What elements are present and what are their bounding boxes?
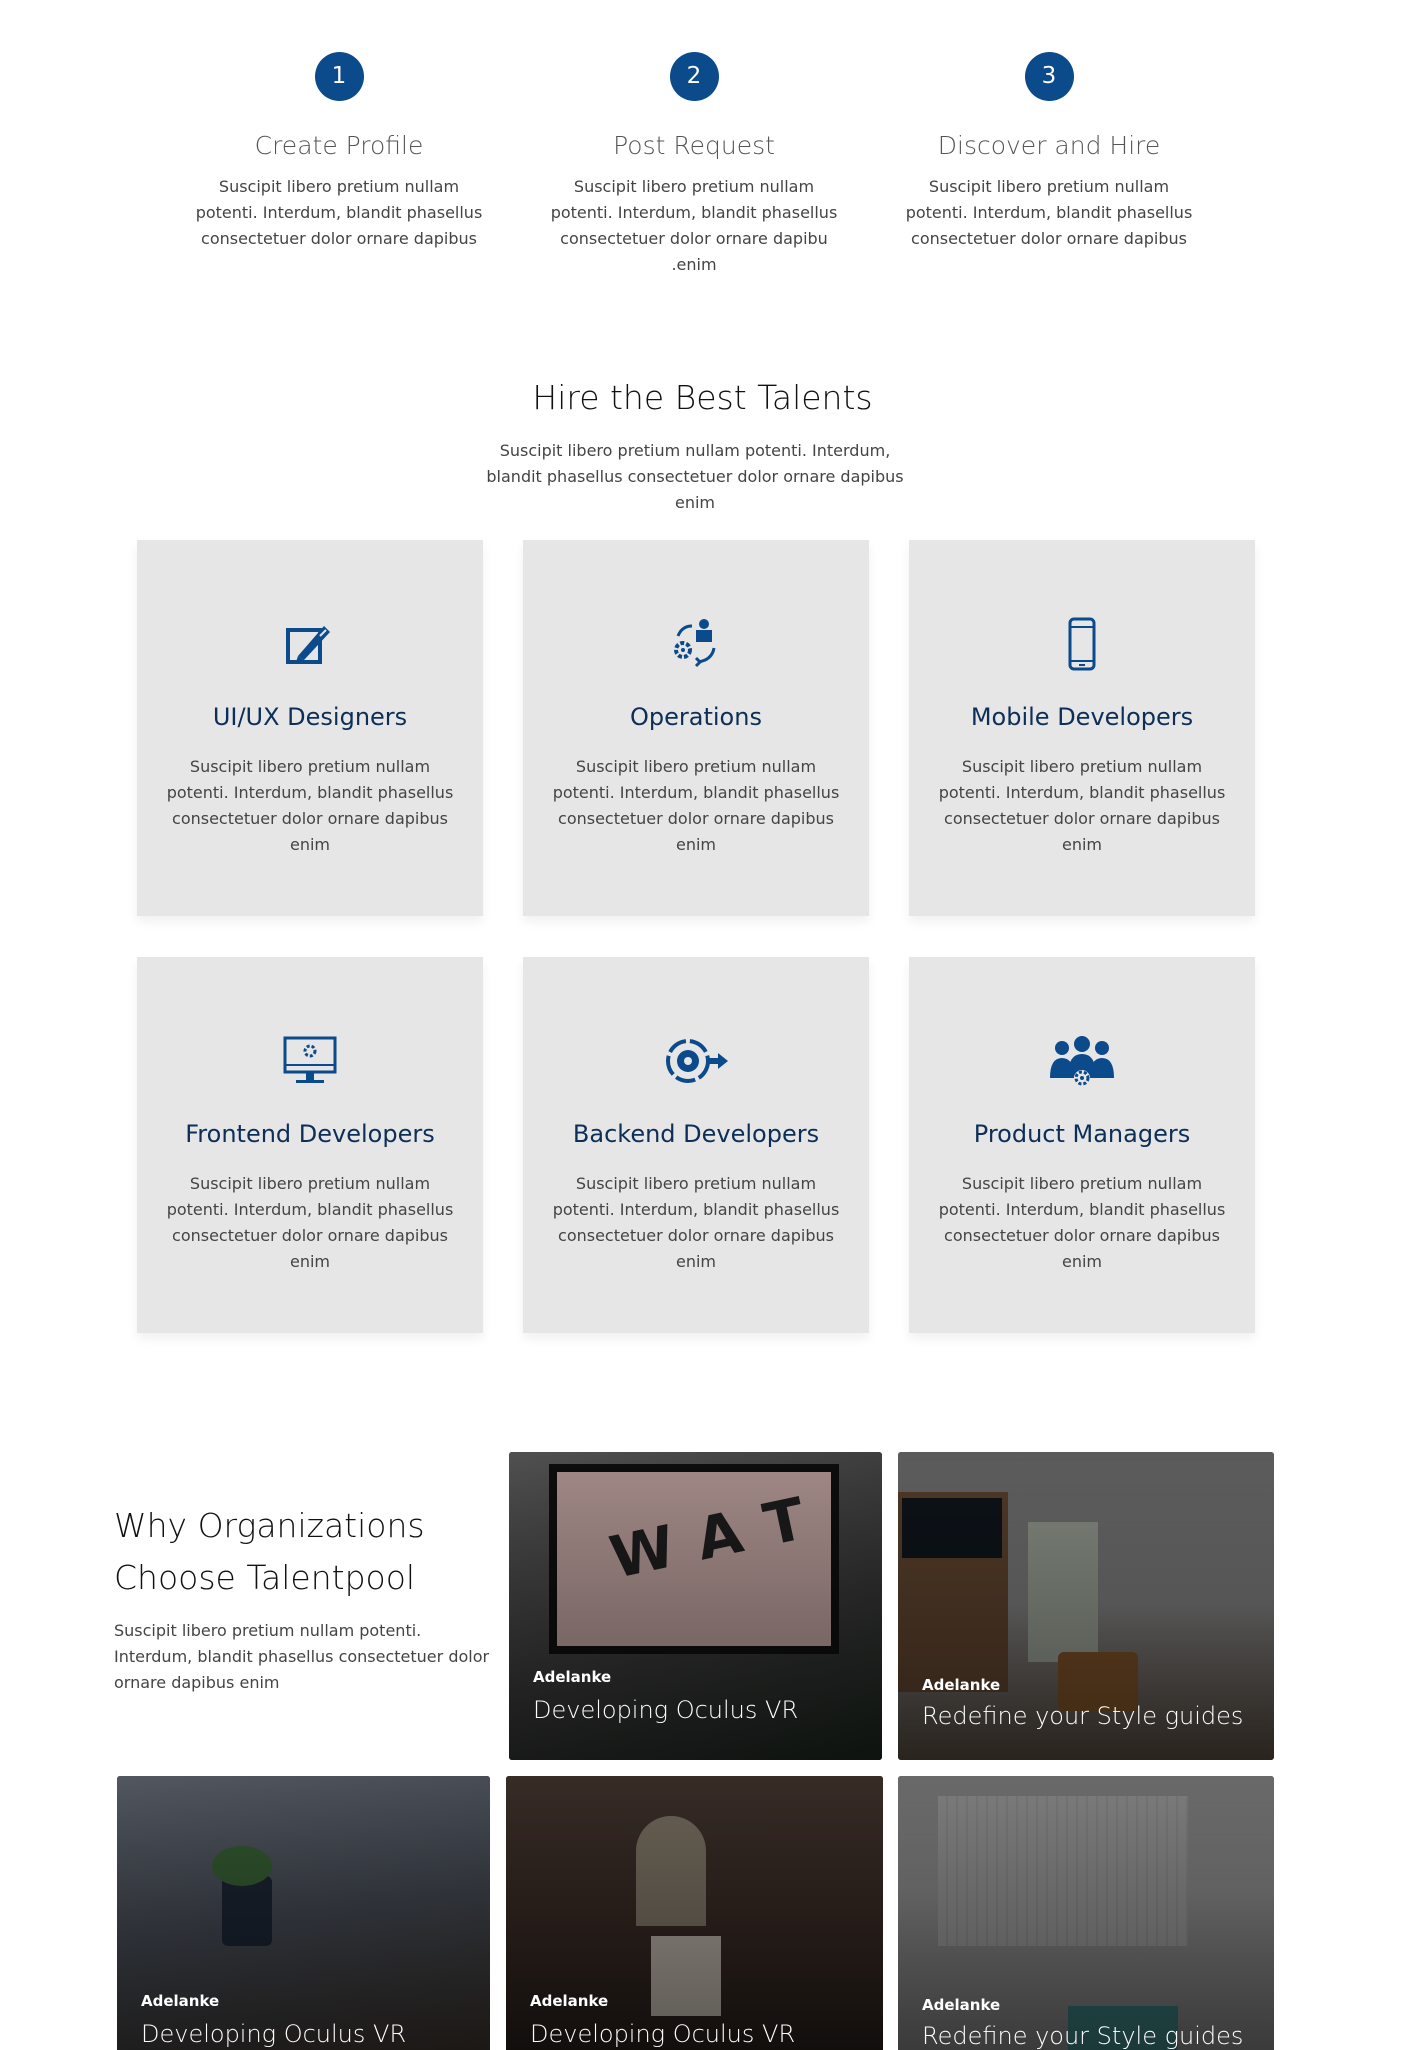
card-title: Backend Developers: [572, 1120, 820, 1148]
card-description: Suscipit libero pretium nullam potenti. …: [552, 1174, 840, 1271]
why-description: Suscipit libero pretium nullam potenti. …: [114, 1621, 490, 1692]
post-card[interactable]: W A T Adelanke Developing Oculus VR: [509, 1452, 882, 1760]
step-description: Suscipit libero pretium nullam potenti. …: [195, 177, 483, 248]
card-description: Suscipit libero pretium nullam potenti. …: [166, 1174, 454, 1271]
card-title: Frontend Developers: [185, 1120, 435, 1148]
card-title: Product Managers: [973, 1120, 1191, 1148]
section-title: Hire the Best Talents: [532, 378, 873, 417]
talent-card-operations[interactable]: Operations Suscipit libero pretium nulla…: [523, 540, 869, 916]
why-title-line2: Choose Talentpool: [114, 1558, 416, 1597]
talent-card-uiux[interactable]: UI/UX Designers Suscipit libero pretium …: [137, 540, 483, 916]
talent-card-frontend[interactable]: Frontend Developers Suscipit libero pret…: [137, 957, 483, 1333]
step-description: Suscipit libero pretium nullam potenti. …: [550, 177, 838, 274]
step-number-badge: 1: [314, 52, 364, 101]
step-title: Post Request: [613, 131, 775, 160]
card-description: Suscipit libero pretium nullam potenti. …: [938, 757, 1226, 854]
step-discover-hire: 3 Discover and Hire Suscipit libero pret…: [884, 52, 1214, 252]
step-create-profile: 1 Create Profile Suscipit libero pretium…: [174, 52, 504, 252]
team-gear-icon: [909, 1033, 1255, 1089]
post-author: Adelanke: [530, 1992, 609, 2010]
why-title: Why Organizations Choose Talentpool: [114, 1500, 504, 1604]
section-subtitle: Suscipit libero pretium nullam potenti. …: [486, 441, 904, 512]
mobile-phone-icon: [909, 616, 1255, 672]
post-card[interactable]: Adelanke Developing Oculus VR: [506, 1776, 883, 2050]
post-title: Developing Oculus VR: [141, 2020, 407, 2048]
talent-card-mobile[interactable]: Mobile Developers Suscipit libero pretiu…: [909, 540, 1255, 916]
card-description: Suscipit libero pretium nullam potenti. …: [166, 757, 454, 854]
post-card[interactable]: Adelanke Redefine your Style guides: [898, 1776, 1274, 2050]
step-title: Create Profile: [254, 131, 424, 160]
step-post-request: 2 Post Request Suscipit libero pretium n…: [529, 52, 859, 278]
step-title: Discover and Hire: [937, 131, 1161, 160]
operations-icon: [523, 616, 869, 672]
post-author: Adelanke: [922, 1676, 1001, 1694]
step-number-badge: 2: [669, 52, 719, 101]
card-title: Operations: [630, 703, 762, 731]
post-title: Developing Oculus VR: [530, 2020, 796, 2048]
post-title: Redefine your Style guides: [922, 1702, 1244, 1730]
talent-card-product[interactable]: Product Managers Suscipit libero pretium…: [909, 957, 1255, 1333]
post-card[interactable]: Adelanke Developing Oculus VR: [117, 1776, 490, 2050]
gear-arrow-icon: [523, 1033, 869, 1089]
design-pen-icon: [137, 616, 483, 672]
talent-card-backend[interactable]: Backend Developers Suscipit libero preti…: [523, 957, 869, 1333]
post-card[interactable]: Adelanke Redefine your Style guides: [898, 1452, 1274, 1760]
card-title: UI/UX Designers: [212, 703, 408, 731]
post-author: Adelanke: [141, 1992, 220, 2010]
card-description: Suscipit libero pretium nullam potenti. …: [938, 1174, 1226, 1271]
post-title: Developing Oculus VR: [533, 1696, 799, 1724]
post-title: Redefine your Style guides: [922, 2022, 1244, 2050]
card-title: Mobile Developers: [970, 703, 1194, 731]
post-author: Adelanke: [533, 1668, 612, 1686]
step-description: Suscipit libero pretium nullam potenti. …: [905, 177, 1193, 248]
step-number-badge: 3: [1024, 52, 1074, 101]
post-author: Adelanke: [922, 1996, 1001, 2014]
monitor-gear-icon: [137, 1033, 483, 1089]
card-description: Suscipit libero pretium nullam potenti. …: [552, 757, 840, 854]
why-title-line1: Why Organizations: [114, 1506, 425, 1545]
